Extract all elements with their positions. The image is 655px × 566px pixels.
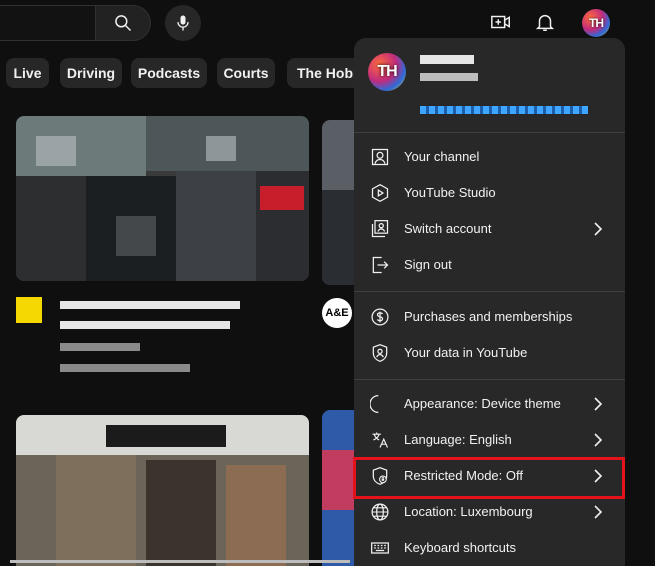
avatar-initials: TH (377, 63, 397, 80)
channel-avatar[interactable]: A&E (322, 298, 352, 328)
menu-item-label: Sign out (404, 257, 452, 272)
menu-item-label: Switch account (404, 221, 492, 236)
channel-avatar[interactable] (16, 297, 42, 323)
translate-icon (368, 428, 392, 452)
menu-item-label: Your channel (404, 149, 480, 164)
menu-item-keyboard-shortcuts[interactable]: Keyboard shortcuts (354, 530, 625, 566)
search-icon (115, 15, 132, 32)
thumbnail-block (16, 176, 86, 281)
chip-driving[interactable]: Driving (60, 58, 122, 88)
keyboard-icon (368, 536, 392, 560)
sign-out-icon (368, 253, 392, 277)
chevron-right-icon (594, 222, 603, 236)
menu-item-appearance[interactable]: Appearance: Device theme (354, 386, 625, 422)
menu-item-label: Location: Luxembourg (404, 504, 533, 519)
video-thumbnail[interactable] (16, 415, 309, 566)
thumbnail-block (36, 136, 76, 166)
menu-item-youtube-studio[interactable]: YouTube Studio (354, 175, 625, 211)
chip-label: Podcasts (137, 65, 201, 81)
menu-item-location[interactable]: Location: Luxembourg (354, 494, 625, 530)
divider (354, 291, 625, 292)
chevron-right-icon (594, 433, 603, 447)
globe-icon (368, 500, 392, 524)
search-button[interactable] (95, 5, 151, 41)
chevron-right-icon (594, 505, 603, 519)
notifications-button[interactable] (533, 10, 557, 34)
menu-item-label: Keyboard shortcuts (404, 540, 517, 555)
progress-bar (10, 560, 350, 563)
create-button[interactable] (489, 10, 513, 34)
menu-item-label: Appearance: Device theme (404, 396, 561, 411)
bell-icon (535, 14, 555, 31)
thumbnail-block (146, 460, 216, 566)
avatar-button[interactable]: TH (582, 9, 610, 37)
shield-person-icon (368, 341, 392, 365)
chip-label: Live (13, 65, 42, 81)
thumbnail-block (56, 455, 136, 566)
restricted-mode-highlight (353, 457, 625, 499)
thumbnail-block (176, 171, 256, 281)
menu-item-label: Purchases and memberships (404, 309, 573, 324)
mic-icon (177, 15, 189, 31)
thumbnail-block (116, 216, 156, 256)
channel-name-blurred[interactable] (60, 343, 140, 351)
switch-account-icon (368, 217, 392, 241)
menu-item-label: YouTube Studio (404, 185, 496, 200)
thumbnail-block (206, 136, 236, 161)
create-video-icon (491, 15, 510, 29)
menu-avatar: TH (368, 53, 406, 91)
menu-item-sign-out[interactable]: Sign out (354, 247, 625, 283)
menu-item-your-channel[interactable]: Your channel (354, 139, 625, 175)
video-meta-blurred (60, 364, 190, 372)
menu-item-purchases[interactable]: Purchases and memberships (354, 299, 625, 335)
channel-badge: A&E (325, 307, 349, 319)
chip-label: Driving (66, 65, 116, 81)
menu-item-label: Language: English (404, 432, 512, 447)
chip-courts[interactable]: Courts (217, 58, 275, 88)
menu-item-language[interactable]: Language: English (354, 422, 625, 458)
dollar-icon (368, 305, 392, 329)
avatar-initials: TH (589, 16, 604, 30)
chip-label: Courts (223, 65, 269, 81)
divider (354, 132, 625, 133)
video-title-blurred[interactable] (60, 321, 230, 329)
studio-icon (368, 181, 392, 205)
chevron-right-icon (594, 397, 603, 411)
user-name-blurred (420, 55, 478, 81)
video-thumbnail[interactable] (16, 116, 309, 281)
menu-item-label: Your data in YouTube (404, 345, 528, 360)
menu-item-switch-account[interactable]: Switch account (354, 211, 625, 247)
menu-item-your-data[interactable]: Your data in YouTube (354, 335, 625, 371)
divider (354, 379, 625, 380)
chip-live[interactable]: Live (6, 58, 49, 88)
person-icon (368, 145, 392, 169)
thumbnail-block (260, 186, 304, 210)
thumbnail-block (226, 465, 286, 566)
moon-icon (368, 392, 392, 416)
chip-podcasts[interactable]: Podcasts (131, 58, 207, 88)
video-title-blurred[interactable] (60, 301, 240, 309)
search-input[interactable] (0, 5, 95, 41)
thumbnail-block (106, 425, 226, 447)
user-handle-blur (420, 73, 478, 81)
manage-account-link[interactable] (420, 106, 588, 114)
voice-search-button[interactable] (165, 5, 201, 41)
user-name-blur (420, 55, 474, 64)
